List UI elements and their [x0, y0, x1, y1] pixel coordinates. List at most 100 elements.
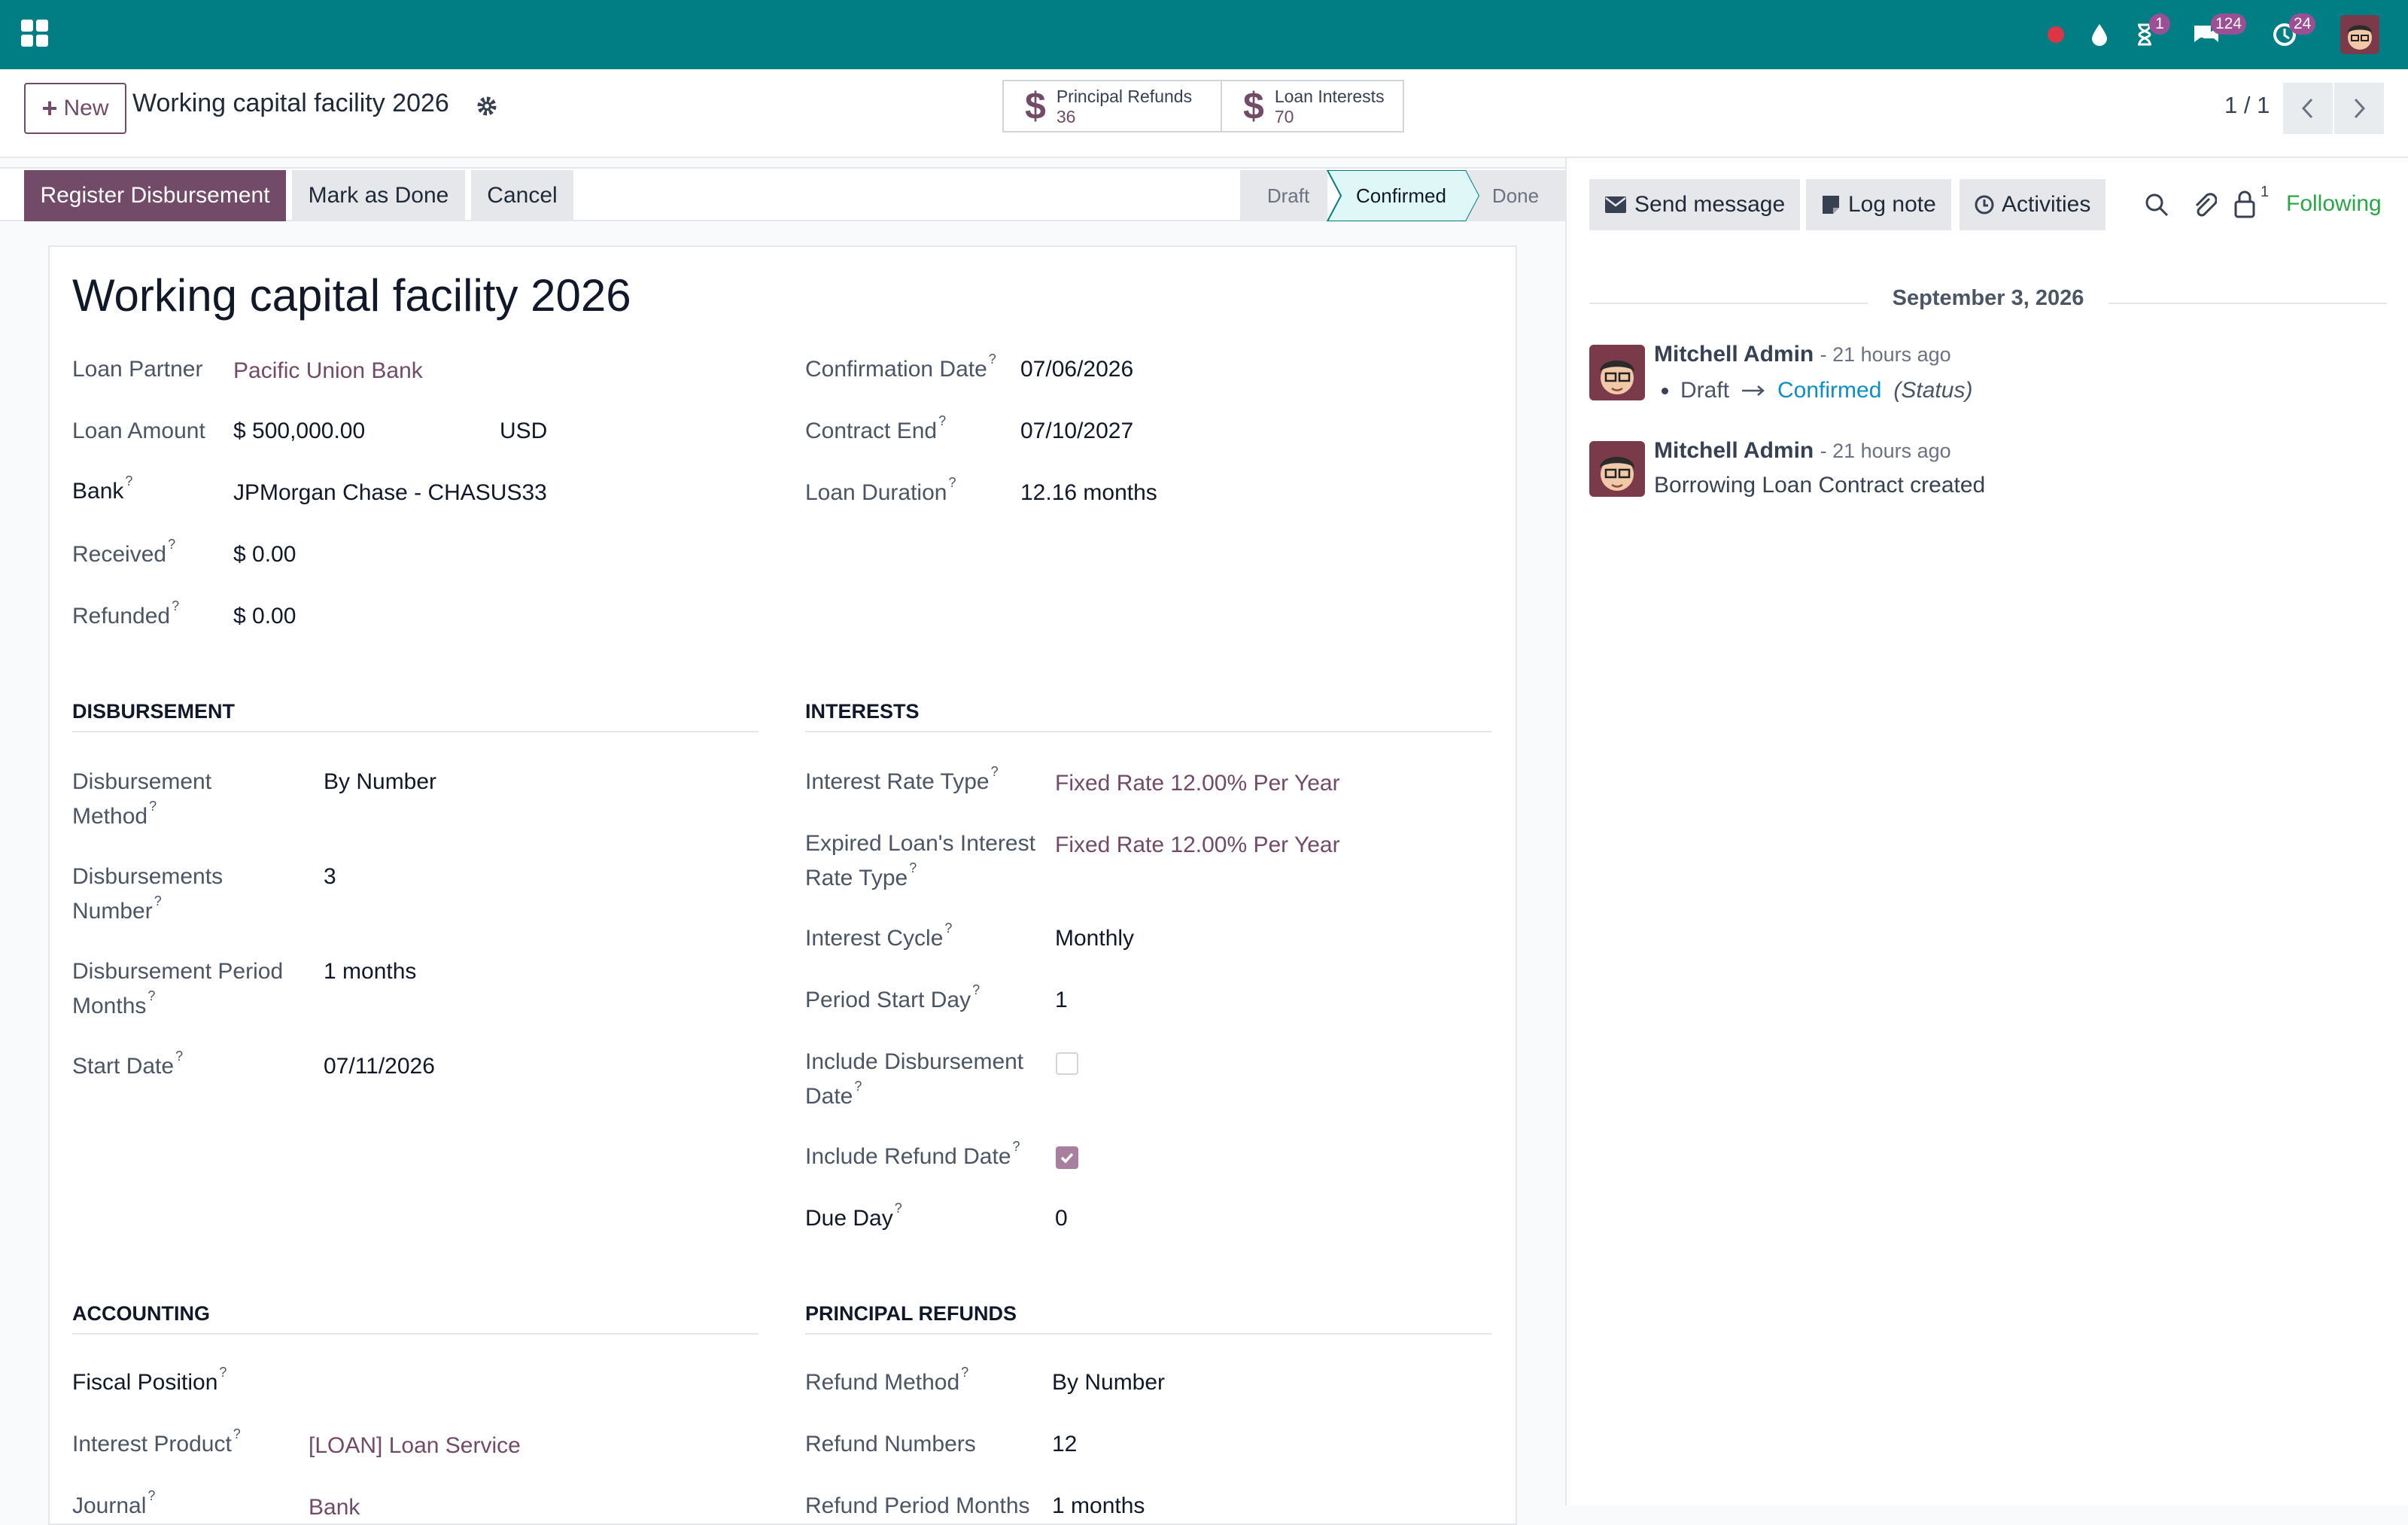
- date-separator: September 3, 2026: [1892, 286, 2084, 310]
- author-avatar[interactable]: [1589, 441, 1645, 497]
- contract-end-value[interactable]: 07/10/2027: [1020, 414, 1133, 449]
- breadcrumb-record-title: Working capital facility 2026: [132, 89, 449, 117]
- loan-amount-value[interactable]: $ 500,000.00: [233, 414, 365, 449]
- refund-period-months-value[interactable]: 1 months: [1052, 1489, 1145, 1523]
- due-day-value[interactable]: 0: [1055, 1201, 1068, 1236]
- message-body: Borrowing Loan Contract created: [1654, 473, 1986, 498]
- principal-refunds-section-title: PRINCIPAL REFUNDS: [805, 1302, 1491, 1335]
- loan-duration-label: Loan Duration?: [805, 475, 956, 505]
- refund-method-value[interactable]: By Number: [1052, 1365, 1165, 1400]
- messages-badge: 124: [2211, 14, 2247, 35]
- disbursement-period-label: Disbursement Period Months?: [72, 959, 284, 1018]
- pager-value[interactable]: 1 / 1: [2224, 92, 2270, 119]
- start-date-label: Start Date?: [72, 1049, 184, 1079]
- author-avatar[interactable]: [1589, 345, 1645, 400]
- activities-badge: 1: [2149, 14, 2170, 35]
- disbursement-period-value[interactable]: 1 months: [324, 954, 416, 989]
- stage-done[interactable]: Done: [1479, 172, 1552, 220]
- following-button[interactable]: Following: [2286, 191, 2382, 217]
- date-divider-left: [1589, 303, 1868, 304]
- recording-dot-icon[interactable]: [2038, 17, 2074, 53]
- cancel-button[interactable]: Cancel: [471, 170, 573, 221]
- paperclip-icon[interactable]: [2190, 190, 2217, 220]
- envelope-icon: [1605, 196, 1626, 213]
- messages-icon[interactable]: 124: [2188, 14, 2247, 53]
- loan-partner-value[interactable]: Pacific Union Bank: [233, 354, 423, 388]
- loan-duration-value: 12.16 months: [1020, 480, 1157, 505]
- new-button-label: New: [63, 96, 109, 120]
- followers-count: 1: [2261, 184, 2270, 200]
- chatter-panel: Send message Log note Activities 1 Follo…: [1565, 158, 2408, 1505]
- interest-cycle-label: Interest Cycle?: [805, 921, 953, 951]
- disbursement-method-value[interactable]: By Number: [324, 765, 436, 799]
- control-panel: + New Working capital facility 2026 $ Pr…: [0, 69, 2408, 158]
- user-avatar[interactable]: [2340, 15, 2379, 54]
- interest-product-value[interactable]: [LOAN] Loan Service: [309, 1429, 521, 1463]
- checkmark-icon: [1060, 1152, 1074, 1164]
- app-menu-icon[interactable]: [21, 20, 48, 47]
- disbursements-number-label: Disbursements Number?: [72, 864, 223, 924]
- updates-icon[interactable]: 24: [2267, 14, 2316, 53]
- search-icon[interactable]: [2143, 191, 2170, 218]
- chevron-left-icon: [2301, 98, 2313, 119]
- tracking-new-value: Confirmed: [1777, 378, 1882, 403]
- interest-rate-type-label: Interest Rate Type?: [805, 764, 999, 794]
- log-note-button[interactable]: Log note: [1806, 179, 1951, 230]
- drop-icon[interactable]: [2081, 17, 2118, 53]
- message-time: - 21 hours ago: [1820, 440, 1951, 462]
- period-start-day-value[interactable]: 1: [1055, 983, 1068, 1018]
- loan-name-field[interactable]: Working capital facility 2026: [72, 269, 631, 321]
- activities-hourglass-icon[interactable]: 1: [2127, 14, 2170, 53]
- gear-icon[interactable]: [476, 95, 498, 121]
- date-divider-right: [2109, 303, 2387, 304]
- expired-interest-rate-label: Expired Loan's Interest Rate Type?: [805, 831, 1035, 890]
- disbursements-number-value[interactable]: 3: [324, 860, 336, 894]
- interest-cycle-value[interactable]: Monthly: [1055, 921, 1134, 956]
- activities-button[interactable]: Activities: [1960, 179, 2106, 230]
- tracking-field-name: (Status): [1893, 378, 1973, 403]
- interest-rate-type-value[interactable]: Fixed Rate 12.00% Per Year: [1055, 766, 1340, 801]
- include-refund-date-checkbox[interactable]: [1056, 1146, 1078, 1169]
- top-navbar: 1 124 24: [0, 0, 2408, 69]
- expired-interest-rate-value[interactable]: Fixed Rate 12.00% Per Year: [1055, 828, 1340, 863]
- mark-as-done-button[interactable]: Mark as Done: [292, 170, 465, 221]
- refund-numbers-value[interactable]: 12: [1052, 1427, 1077, 1462]
- bullet-icon: [1662, 387, 1668, 394]
- smart-button-value: 36: [1056, 107, 1076, 126]
- loan-amount-label: Loan Amount: [72, 419, 205, 443]
- stage-confirmed[interactable]: Confirmed: [1339, 172, 1463, 220]
- tracking-old-value: Draft: [1680, 378, 1730, 403]
- stage-draft[interactable]: Draft: [1240, 172, 1336, 220]
- journal-value[interactable]: Bank: [309, 1490, 360, 1525]
- received-label: Received?: [72, 537, 176, 567]
- new-button[interactable]: + New: [24, 83, 126, 134]
- arrow-right-icon: [1742, 385, 1765, 396]
- updates-badge: 24: [2289, 14, 2316, 35]
- start-date-value[interactable]: 07/11/2026: [324, 1049, 435, 1084]
- due-day-label: Due Day?: [805, 1201, 902, 1231]
- chevron-right-icon: [2354, 98, 2366, 119]
- disbursement-method-label: Disbursement Method?: [72, 769, 212, 829]
- refund-numbers-label: Refund Numbers: [805, 1432, 976, 1457]
- dollar-icon: $: [1243, 85, 1264, 127]
- fiscal-position-label: Fiscal Position?: [72, 1365, 227, 1395]
- include-refund-date-label: Include Refund Date?: [805, 1139, 1020, 1169]
- message-header: Mitchell Admin - 21 hours ago: [1654, 438, 1951, 464]
- pager-next-button[interactable]: [2334, 83, 2384, 134]
- loan-partner-label: Loan Partner: [72, 357, 203, 382]
- plus-icon: +: [41, 93, 58, 123]
- smart-button-label: Principal Refunds: [1056, 87, 1193, 106]
- confirmation-date-value[interactable]: 07/06/2026: [1020, 352, 1133, 387]
- bank-value[interactable]: JPMorgan Chase - CHASUS33: [233, 476, 547, 510]
- include-disbursement-date-checkbox[interactable]: [1056, 1052, 1078, 1075]
- message-author[interactable]: Mitchell Admin: [1654, 342, 1814, 367]
- loan-currency-value[interactable]: USD: [500, 414, 547, 449]
- refund-period-months-label: Refund Period Months: [805, 1493, 1030, 1518]
- principal-refunds-button[interactable]: $ Principal Refunds 36: [1002, 80, 1222, 132]
- loan-interests-button[interactable]: $ Loan Interests 70: [1221, 80, 1404, 132]
- message-author[interactable]: Mitchell Admin: [1654, 438, 1814, 463]
- send-message-button[interactable]: Send message: [1589, 179, 1801, 230]
- lock-followers-icon[interactable]: [2233, 190, 2256, 220]
- register-disbursement-button[interactable]: Register Disbursement: [24, 170, 286, 221]
- pager-previous-button[interactable]: [2283, 83, 2333, 134]
